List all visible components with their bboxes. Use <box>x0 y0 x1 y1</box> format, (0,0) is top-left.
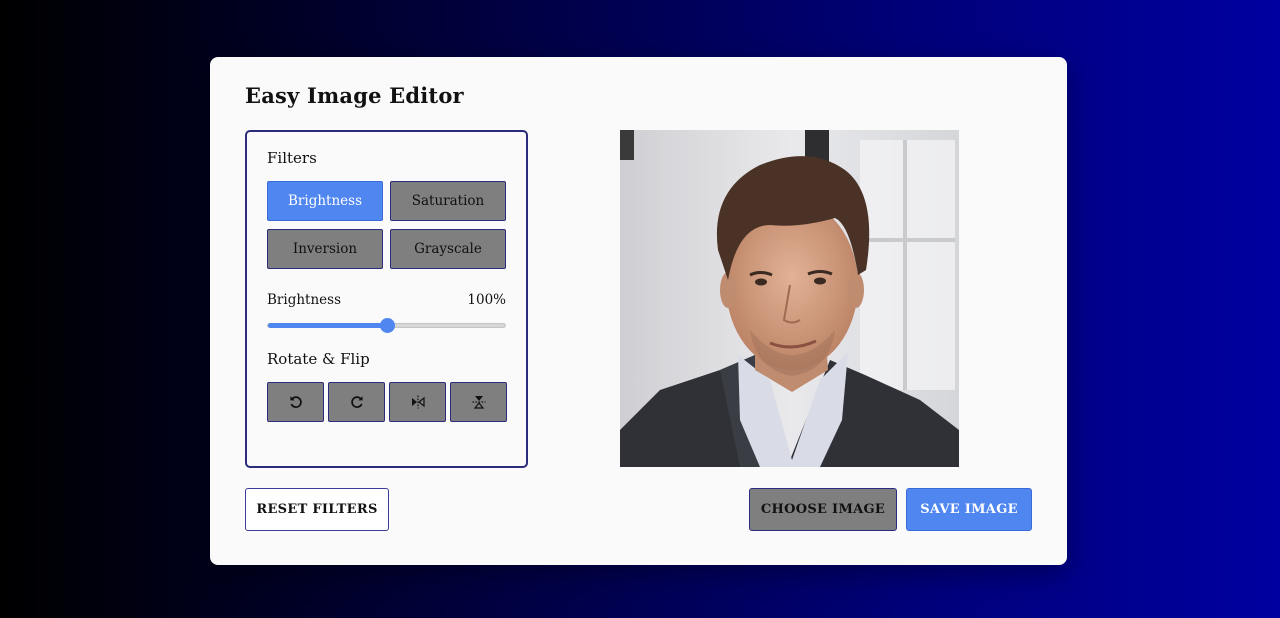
controls-panel: Filters Brightness Saturation Inversion … <box>245 130 528 468</box>
rotate-right-icon <box>350 396 363 408</box>
slider-fill <box>268 323 387 328</box>
flip-vertical-button[interactable] <box>450 382 507 422</box>
brightness-slider[interactable] <box>267 318 506 333</box>
image-preview <box>620 130 959 467</box>
rotate-right-button[interactable] <box>328 382 385 422</box>
filter-grayscale-button[interactable]: Grayscale <box>390 229 506 269</box>
flip-vertical-icon <box>472 396 485 409</box>
rotate-left-icon <box>289 396 302 408</box>
rotate-left-button[interactable] <box>267 382 324 422</box>
reset-filters-button[interactable]: RESET FILTERS <box>245 488 389 531</box>
rotate-flip-heading: Rotate & Flip <box>267 350 370 368</box>
flip-horizontal-button[interactable] <box>389 382 446 422</box>
slider-thumb[interactable] <box>379 318 395 333</box>
choose-image-button[interactable]: CHOOSE IMAGE <box>749 488 897 531</box>
filters-heading: Filters <box>267 149 317 167</box>
filter-saturation-button[interactable]: Saturation <box>390 181 506 221</box>
slider-name: Brightness <box>267 292 341 308</box>
slider-value: 100% <box>467 292 506 308</box>
flip-horizontal-icon <box>411 395 425 409</box>
filter-brightness-button[interactable]: Brightness <box>267 181 383 221</box>
save-image-button[interactable]: SAVE IMAGE <box>906 488 1032 531</box>
filter-inversion-button[interactable]: Inversion <box>267 229 383 269</box>
portrait-photo <box>620 130 959 467</box>
app-title: Easy Image Editor <box>245 83 464 108</box>
editor-card: Easy Image Editor Filters Brightness Sat… <box>210 57 1067 565</box>
